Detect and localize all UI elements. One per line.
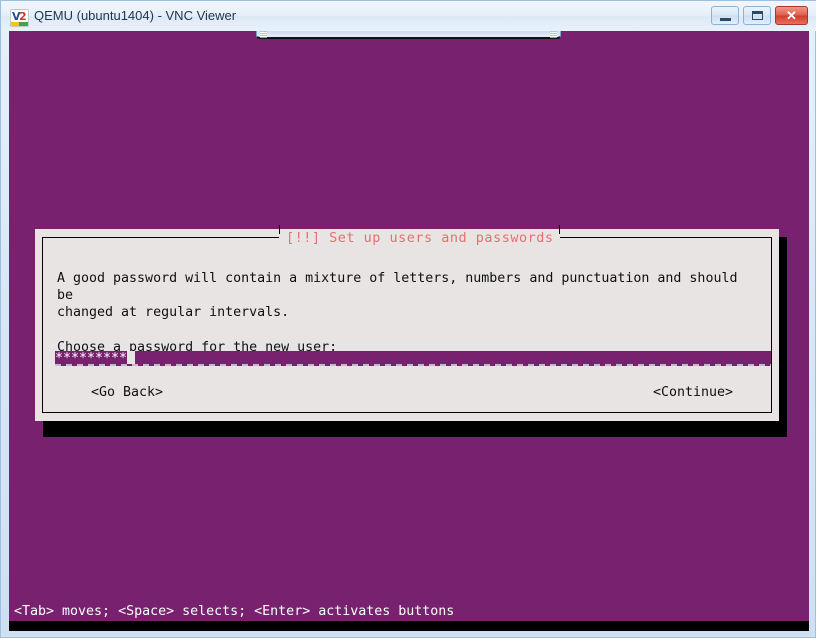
- dialog-border: [!!] Set up users and passwords A good p…: [42, 225, 772, 413]
- minimize-button[interactable]: [711, 6, 739, 25]
- toolbar-grip-right-icon: [550, 31, 557, 38]
- vnc-viewer-icon: V 2: [10, 9, 29, 27]
- vnc-icon-bar-green: [19, 22, 28, 26]
- statusbar-help-text: <Tab> moves; <Space> selects; <Enter> ac…: [14, 604, 455, 619]
- close-button[interactable]: ✕: [775, 6, 808, 25]
- go-back-button[interactable]: <Go Back>: [91, 384, 163, 402]
- toolbar-grip-left-icon: [260, 31, 267, 38]
- close-icon: ✕: [786, 8, 797, 23]
- dialog-title-container: [!!] Set up users and passwords: [279, 225, 561, 247]
- dialog-title: [!!] Set up users and passwords: [286, 230, 554, 246]
- maximize-icon: [752, 11, 763, 20]
- installer-dialog: [!!] Set up users and passwords A good p…: [35, 225, 779, 421]
- dialog-body: A good password will contain a mixture o…: [57, 270, 759, 356]
- vnc-toolbar-tab[interactable]: [256, 31, 561, 39]
- dialog-title-tick-right: [559, 225, 561, 234]
- vnc-remote-screen[interactable]: [!!] Set up users and passwords A good p…: [9, 31, 809, 631]
- dialog-title-tick-left: [279, 225, 280, 234]
- password-input[interactable]: *********: [55, 351, 771, 366]
- minimize-icon: [720, 18, 731, 21]
- password-field-underline: [55, 364, 771, 366]
- screen-bottom-strip: [9, 621, 809, 631]
- window-titlebar[interactable]: V 2 QEMU (ubuntu1404) - VNC Viewer ✕: [1, 1, 816, 31]
- maximize-button[interactable]: [743, 6, 771, 25]
- continue-button[interactable]: <Continue>: [653, 384, 733, 402]
- dialog-button-row: <Go Back> <Continue>: [43, 384, 771, 404]
- window-title: QEMU (ubuntu1404) - VNC Viewer: [34, 8, 237, 23]
- password-advice-text: A good password will contain a mixture o…: [57, 271, 738, 320]
- vnc-icon-bar-yellow: [11, 22, 19, 26]
- vnc-viewer-window: V 2 QEMU (ubuntu1404) - VNC Viewer ✕ [!!…: [0, 0, 816, 638]
- installer-statusbar: <Tab> moves; <Space> selects; <Enter> ac…: [9, 603, 809, 621]
